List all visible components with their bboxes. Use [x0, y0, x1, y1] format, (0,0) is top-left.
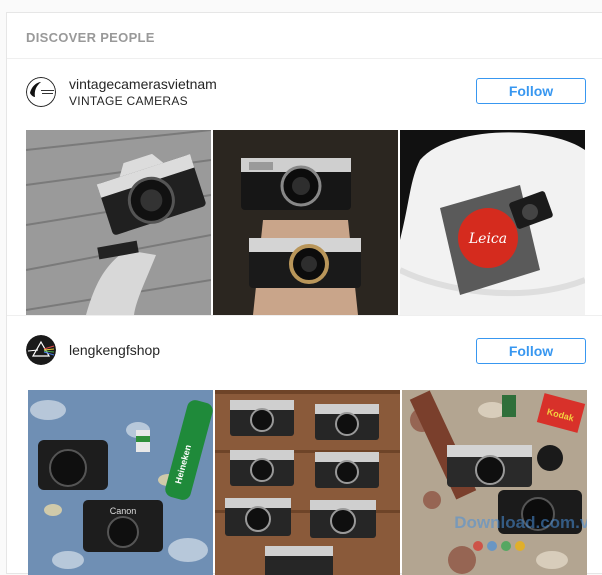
discover-people-header: DISCOVER PEOPLE [7, 13, 602, 59]
post-thumbnail[interactable] [215, 390, 400, 575]
avatar[interactable] [26, 77, 56, 107]
post-thumbnail[interactable] [26, 130, 211, 315]
full-name: VINTAGE CAMERAS [69, 94, 188, 108]
watermark-text: Download.com.vn [454, 513, 587, 532]
profile-info[interactable]: vintagecamerasvietnam VINTAGE CAMERAS [26, 76, 217, 108]
discover-people-panel: DISCOVER PEOPLE vintagecamerasvietnam VI… [6, 12, 602, 575]
username-link[interactable]: lengkengfshop [69, 342, 160, 358]
avatar-image [26, 335, 56, 365]
leica-logo-text: Leica [468, 231, 507, 247]
post-thumbnail[interactable] [213, 130, 398, 315]
username-link[interactable]: vintagecamerasvietnam [69, 76, 217, 92]
suggestion-card: vintagecamerasvietnam VINTAGE CAMERAS Fo… [7, 59, 602, 316]
page-title: DISCOVER PEOPLE [26, 30, 155, 45]
profile-info[interactable]: lengkengfshop [26, 335, 160, 365]
post-thumbnail[interactable]: Kodak Download.com.vn [402, 390, 587, 575]
post-thumbnail[interactable]: Canon Heineken [28, 390, 213, 575]
avatar-image [26, 77, 56, 107]
follow-button[interactable]: Follow [476, 338, 586, 364]
post-thumbnail[interactable]: Leica [400, 130, 585, 315]
avatar[interactable] [26, 335, 56, 365]
suggestion-card: lengkengfshop Follow Canon Heineken Koda… [7, 317, 602, 575]
canon-text: Canon [110, 506, 137, 516]
follow-button[interactable]: Follow [476, 78, 586, 104]
